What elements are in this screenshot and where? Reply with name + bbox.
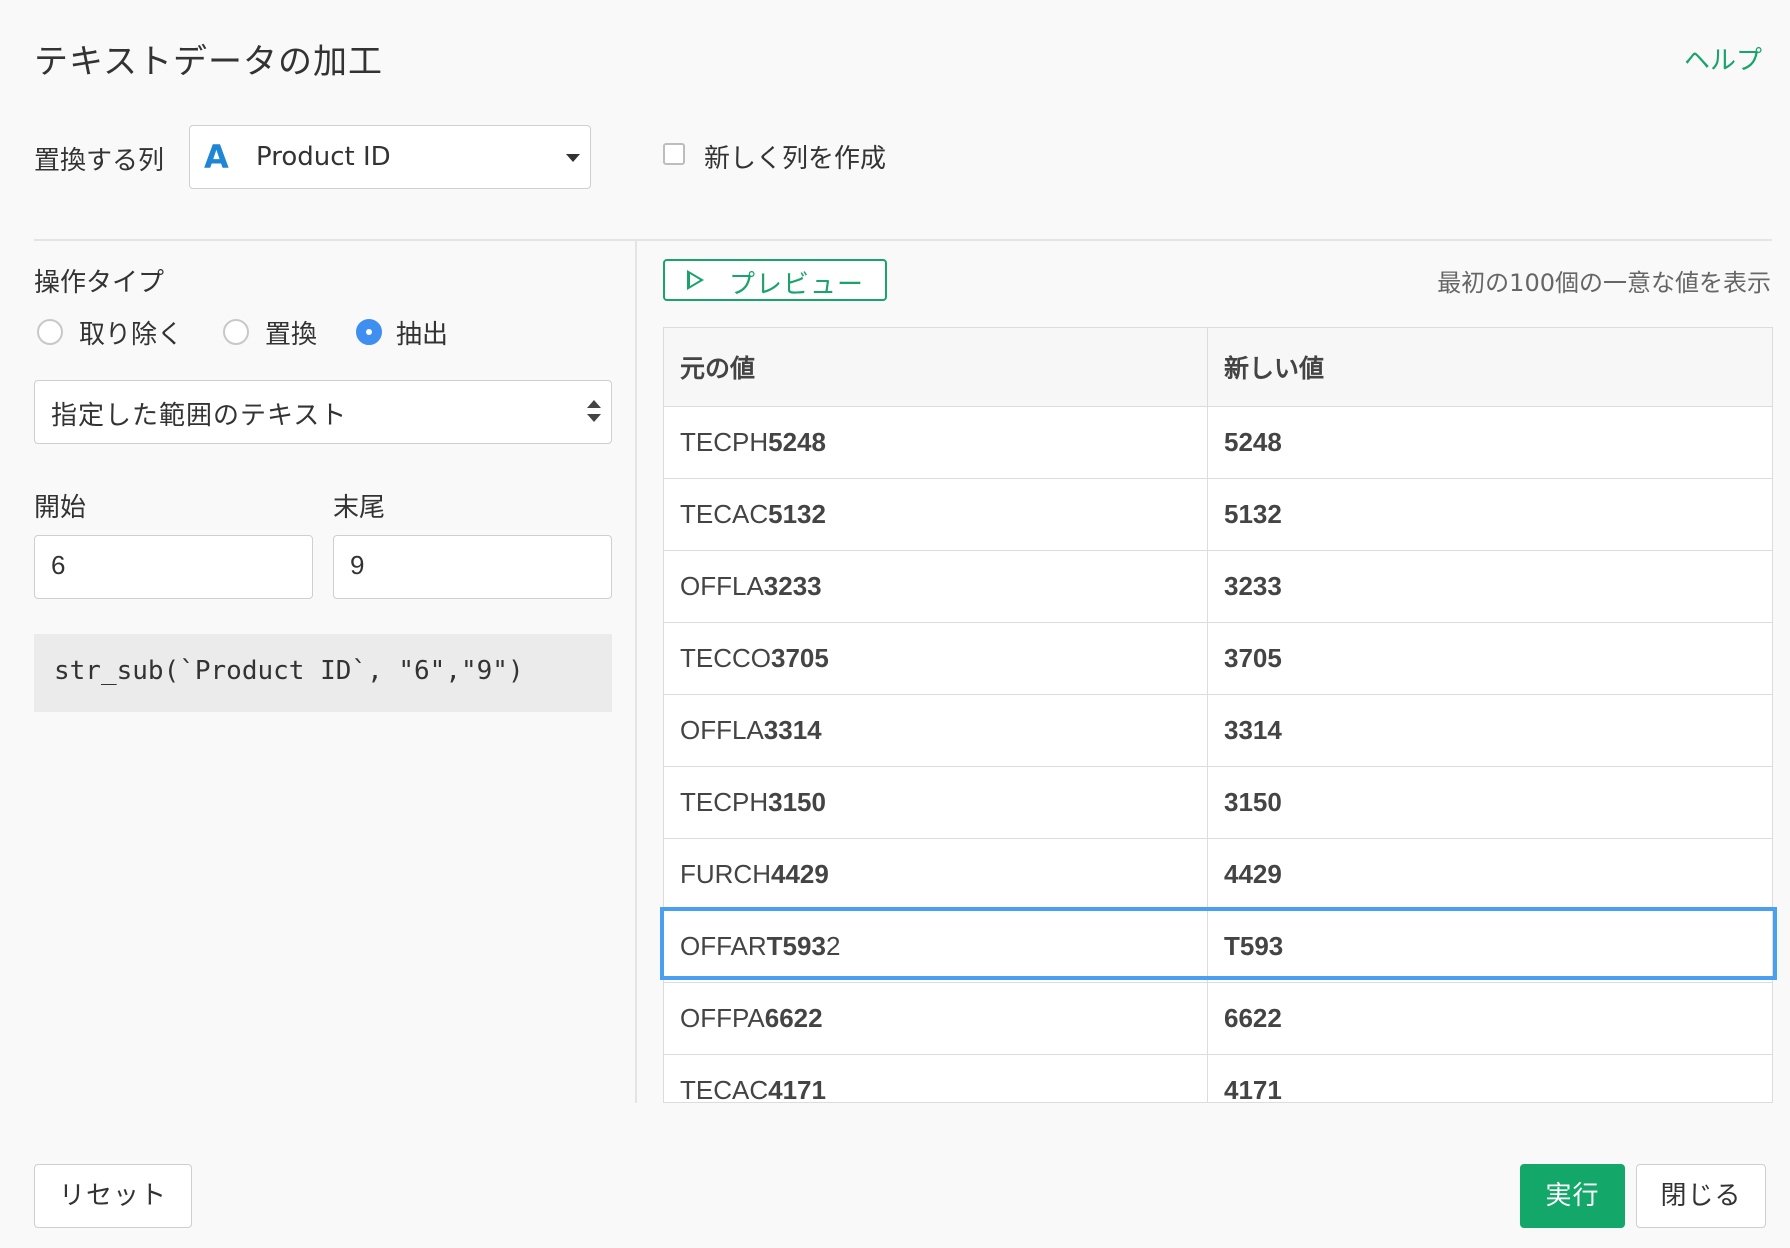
new-value-cell: 5132: [1207, 478, 1772, 551]
new-value: T593: [1224, 931, 1284, 961]
original-value-cell: TECPH5248: [664, 406, 1208, 479]
divider: [34, 239, 1772, 241]
table-row: OFFART5932 T593: [664, 910, 1772, 983]
table-header-row: 元の値 新しい値: [664, 328, 1772, 407]
original-value-cell: TECCO3705: [664, 622, 1208, 695]
original-extracted: 5248: [768, 427, 826, 457]
original-prefix: TECAC: [680, 499, 769, 529]
original-extracted: 4429: [771, 859, 829, 889]
original-extracted: 3150: [768, 787, 826, 817]
original-extracted: T593: [766, 931, 826, 961]
radio-extract-label[interactable]: 抽出: [396, 314, 448, 351]
text-type-icon: A: [204, 138, 229, 176]
close-button[interactable]: 閉じる: [1636, 1164, 1766, 1228]
original-suffix: 2: [825, 931, 841, 961]
updown-arrows-icon: [587, 400, 601, 426]
original-value-cell: TECAC4171: [664, 1054, 1208, 1103]
original-prefix: OFFAR: [680, 931, 767, 961]
table-row: OFFLA3314 3314: [664, 694, 1772, 767]
new-value: 3705: [1224, 643, 1282, 673]
table-row: OFFPA6622 6622: [664, 982, 1772, 1055]
original-value-cell: OFFLA3233: [664, 550, 1208, 623]
table-row: FURCH4429 4429: [664, 838, 1772, 911]
new-column-checkbox[interactable]: [663, 143, 685, 165]
original-extracted: 4171: [768, 1075, 826, 1103]
end-input[interactable]: 9: [333, 535, 612, 599]
new-value-cell: 3705: [1207, 622, 1772, 695]
original-extracted: 3314: [763, 715, 822, 745]
original-extracted: 3705: [771, 643, 829, 673]
extract-method-value: 指定した範囲のテキスト: [51, 401, 348, 431]
new-value: 4429: [1224, 859, 1282, 889]
radio-extract[interactable]: [356, 319, 382, 345]
preview-table: 元の値 新しい値 TECPH5248 5248 TECAC5132 5132 OFFLA…: [663, 327, 1773, 1103]
end-label: 末尾: [333, 493, 386, 523]
original-value-cell: OFFART5932: [664, 910, 1208, 983]
original-extracted: 6622: [764, 1003, 823, 1033]
new-value-cell: 3314: [1207, 694, 1772, 767]
column-select-value: Product ID: [256, 142, 391, 172]
new-value-cell: 4171: [1207, 1054, 1772, 1103]
new-value-cell: T593: [1207, 910, 1772, 983]
table-row: OFFLA3233 3233: [664, 550, 1772, 623]
new-column-label[interactable]: 新しく列を作成: [704, 138, 886, 175]
preview-button-label: プレビュー: [729, 270, 865, 300]
new-value-cell: 4429: [1207, 838, 1772, 911]
preview-note: 最初の100個の一意な値を表示: [1437, 269, 1771, 297]
column-header-new: 新しい値: [1207, 328, 1772, 407]
new-value: 5132: [1224, 499, 1282, 529]
table-row: TECAC5132 5132: [664, 478, 1772, 551]
new-value: 6622: [1224, 1003, 1282, 1033]
new-value-cell: 3150: [1207, 766, 1772, 839]
original-prefix: OFFPA: [680, 1003, 765, 1033]
original-prefix: TECCO: [680, 643, 771, 673]
table-row: TECAC4171 4171: [664, 1054, 1772, 1103]
start-label: 開始: [34, 493, 87, 523]
new-value: 3233: [1224, 571, 1282, 601]
new-value-cell: 3233: [1207, 550, 1772, 623]
new-value-cell: 5248: [1207, 406, 1772, 479]
reset-button[interactable]: リセット: [34, 1164, 192, 1228]
table-row: TECPH3150 3150: [664, 766, 1772, 839]
original-value-cell: FURCH4429: [664, 838, 1208, 911]
new-value-cell: 6622: [1207, 982, 1772, 1055]
original-value-cell: TECPH3150: [664, 766, 1208, 839]
divider: [635, 241, 637, 1103]
help-link[interactable]: ヘルプ: [1684, 40, 1762, 77]
radio-replace-label[interactable]: 置換: [265, 314, 317, 351]
original-prefix: FURCH: [680, 859, 771, 889]
new-value: 3314: [1224, 715, 1282, 745]
original-prefix: TECAC: [680, 1075, 769, 1103]
preview-button[interactable]: プレビュー: [663, 259, 887, 301]
dialog-title: テキストデータの加工: [34, 42, 383, 82]
column-select-label: 置換する列: [34, 146, 165, 176]
original-extracted: 3233: [763, 571, 822, 601]
original-value-cell: OFFLA3314: [664, 694, 1208, 767]
original-prefix: TECPH: [680, 427, 769, 457]
chevron-down-icon: [566, 154, 580, 162]
new-value: 3150: [1224, 787, 1282, 817]
original-prefix: TECPH: [680, 787, 769, 817]
column-header-original: 元の値: [664, 328, 1208, 407]
radio-replace[interactable]: [223, 319, 249, 345]
original-prefix: OFFLA: [680, 715, 764, 745]
table-row: TECCO3705 3705: [664, 622, 1772, 695]
original-prefix: OFFLA: [680, 571, 764, 601]
radio-remove[interactable]: [37, 319, 63, 345]
start-input[interactable]: 6: [34, 535, 313, 599]
original-value-cell: OFFPA6622: [664, 982, 1208, 1055]
original-value-cell: TECAC5132: [664, 478, 1208, 551]
column-select[interactable]: A Product ID: [189, 125, 591, 189]
new-value: 5248: [1224, 427, 1282, 457]
operation-label: 操作タイプ: [34, 268, 165, 298]
run-button[interactable]: 実行: [1520, 1164, 1625, 1228]
extract-method-select[interactable]: 指定した範囲のテキスト: [34, 380, 612, 444]
radio-remove-label[interactable]: 取り除く: [79, 314, 183, 351]
new-value: 4171: [1224, 1075, 1282, 1103]
original-extracted: 5132: [768, 499, 826, 529]
table-row: TECPH5248 5248: [664, 406, 1772, 479]
play-icon: [687, 270, 704, 290]
code-preview: str_sub(`Product ID`, "6","9"): [34, 634, 612, 712]
